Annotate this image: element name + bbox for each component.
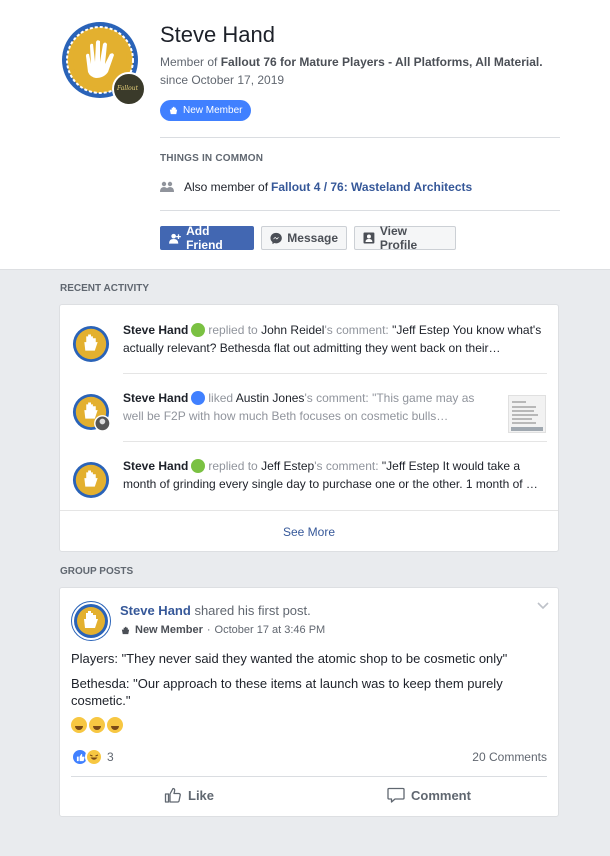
new-member-label: New Member (183, 105, 243, 116)
common-group-link[interactable]: Fallout 4 / 76: Wasteland Architects (271, 180, 472, 194)
activity-target[interactable]: Austin Jones (236, 391, 305, 405)
activity-actor[interactable]: Steve Hand (123, 459, 188, 473)
activity-avatar[interactable] (72, 461, 110, 499)
divider (71, 776, 547, 777)
like-icon (191, 391, 206, 405)
post-header: Steve Hand shared his first post. (120, 603, 311, 618)
also-member-label: Also member of (184, 180, 269, 194)
activity-target[interactable]: Jeff Estep (261, 459, 314, 473)
grin-emoji-icon (107, 717, 123, 733)
rofl-emoji-icon (89, 717, 105, 733)
view-profile-label: View Profile (379, 224, 418, 252)
message-label: Message (287, 231, 338, 245)
group-badge-icon: Fallout (112, 72, 146, 106)
activity-item[interactable]: Steve Hand replied to John Reidel's comme… (72, 321, 548, 381)
comment-button[interactable]: Comment (387, 786, 471, 804)
wave-hand-icon (169, 106, 178, 115)
comments-count-link[interactable]: 20 Comments (472, 750, 547, 764)
thumbs-up-icon (164, 787, 181, 803)
activity-avatar[interactable] (72, 325, 110, 363)
chevron-down-icon[interactable] (537, 602, 549, 610)
divider (123, 373, 547, 374)
wave-hand-icon (121, 626, 130, 634)
member-of-line: Member of Fallout 76 for Mature Players … (160, 55, 543, 69)
activity-verb: replied to (208, 459, 258, 473)
meta-separator: · (206, 624, 211, 636)
group-icon (160, 181, 174, 192)
profile-header: Fallout Steve Hand Member of Fallout 76 … (0, 0, 610, 270)
post-author-name[interactable]: Steve Hand (120, 603, 191, 618)
activity-possessive: 's comment: (304, 391, 369, 405)
things-in-common-heading: THINGS IN COMMON (160, 153, 264, 164)
comment-label: Comment (411, 787, 471, 803)
group-name-link[interactable]: Fallout 76 for Mature Players - All Plat… (221, 55, 543, 69)
member-since: since October 17, 2019 (160, 73, 285, 87)
activity-verb: replied to (208, 323, 258, 337)
post-text-line: Players: "They never said they wanted th… (71, 651, 508, 666)
reactions-summary[interactable]: 3 (71, 748, 114, 766)
add-friend-button[interactable]: Add Friend (160, 224, 254, 252)
divider (123, 441, 547, 442)
reaction-count: 3 (107, 750, 114, 764)
divider (160, 210, 560, 211)
laughing-emoji-icon (71, 717, 87, 733)
post-author-badge: New Member (135, 624, 203, 636)
recent-activity-heading: RECENT ACTIVITY (60, 283, 150, 294)
profile-name[interactable]: Steve Hand (160, 22, 275, 48)
member-of-prefix: Member of (160, 55, 218, 69)
add-friend-label: Add Friend (186, 224, 223, 252)
see-more-link[interactable]: See More (60, 510, 558, 552)
reply-icon (191, 323, 206, 337)
group-posts-heading: GROUP POSTS (60, 566, 134, 577)
also-member-of: Also member of Fallout 4 / 76: Wasteland… (160, 180, 472, 194)
like-label: Like (188, 787, 215, 803)
like-button[interactable]: Like (164, 786, 214, 804)
comment-thumbnail[interactable] (508, 395, 546, 433)
new-member-badge: New Member (160, 100, 252, 121)
message-button[interactable]: Message (261, 226, 347, 250)
reply-icon (191, 459, 206, 473)
messenger-icon (270, 232, 282, 244)
activity-item[interactable]: Steve Hand liked Austin Jones's comment: … (72, 389, 548, 449)
post-action-text: shared his first post. (194, 603, 311, 618)
comment-bubble-icon (387, 787, 405, 803)
post-timestamp[interactable]: October 17 at 3:46 PM (215, 624, 326, 636)
add-friend-icon (169, 233, 181, 244)
group-post-card: Steve Hand shared his first post. New Me… (59, 587, 559, 817)
activity-possessive: 's comment: (324, 323, 389, 337)
haha-reaction-icon (85, 748, 103, 766)
activity-item[interactable]: Steve Hand replied to Jeff Estep's commen… (72, 457, 548, 517)
activity-actor[interactable]: Steve Hand (123, 323, 188, 337)
profile-card-icon (363, 232, 375, 244)
activity-avatar[interactable] (72, 393, 110, 431)
activity-verb: liked (208, 391, 234, 405)
activity-actor[interactable]: Steve Hand (123, 391, 188, 405)
post-text-line: Bethesda: "Our approach to these items a… (71, 676, 503, 708)
divider (160, 137, 560, 138)
activity-possessive: 's comment: (314, 459, 379, 473)
view-profile-button[interactable]: View Profile (354, 224, 456, 252)
activity-target[interactable]: John Reidel (261, 323, 324, 337)
post-meta: New Member · October 17 at 3:46 PM (120, 624, 325, 636)
post-author-avatar[interactable] (71, 601, 111, 641)
recent-activity-card: Steve Hand replied to John Reidel's comme… (59, 304, 559, 552)
post-emojis (71, 717, 123, 733)
